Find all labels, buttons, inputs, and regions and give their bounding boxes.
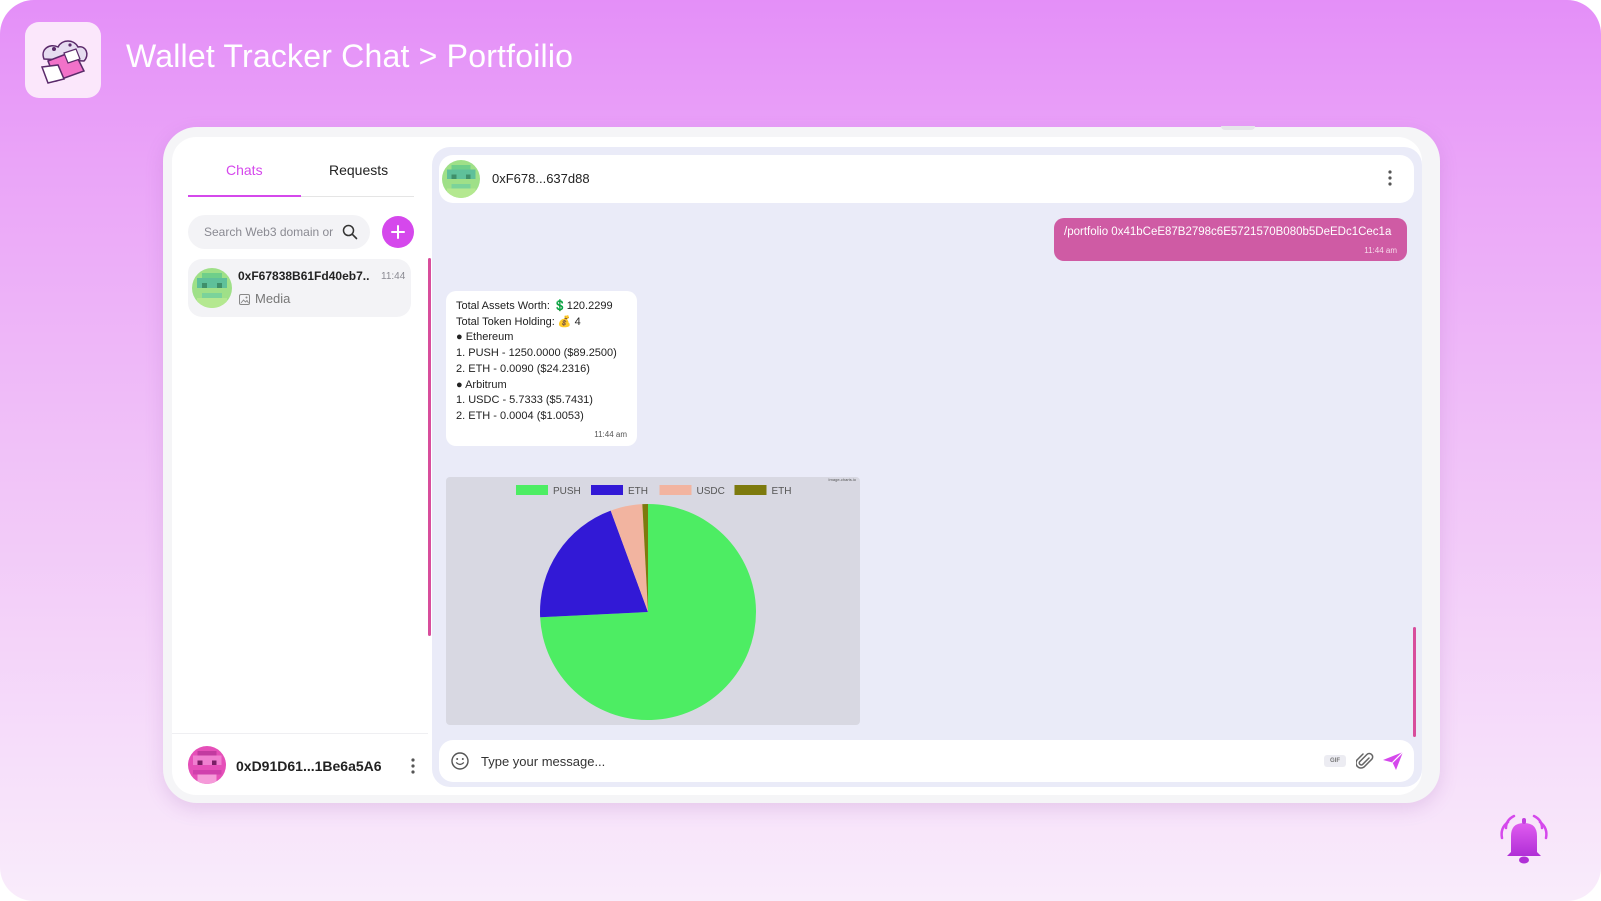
tab-chats[interactable]: Chats xyxy=(226,162,263,178)
background-frame: Wallet Tracker Chat > Portfoilio Chats R… xyxy=(0,0,1601,901)
legend-label: USDC xyxy=(697,486,725,497)
legend-swatch xyxy=(659,485,692,495)
legend-swatch xyxy=(591,485,623,495)
profile-avatar[interactable] xyxy=(188,746,226,784)
outgoing-message[interactable]: /portfolio 0x41bCeE87B2798c6E5721570B080… xyxy=(1054,218,1407,261)
kebab-menu-icon[interactable] xyxy=(1387,168,1393,193)
avatar[interactable] xyxy=(442,160,480,198)
message-text: /portfolio 0x41bCeE87B2798c6E5721570B080… xyxy=(1064,226,1392,238)
device-notch xyxy=(1221,126,1255,130)
notification-bell-icon[interactable] xyxy=(1494,806,1554,877)
message-line: 2. ETH - 0.0090 ($24.2316) xyxy=(456,362,590,375)
page-title: Wallet Tracker Chat > Portfoilio xyxy=(126,38,574,74)
chat-name: 0xF67838B61Fd40eb7... xyxy=(238,269,370,283)
message-line: Total Assets Worth: 💲120.2299 xyxy=(456,300,613,312)
profile-divider xyxy=(172,733,428,734)
message-time: 11:44 am xyxy=(594,430,627,439)
message-composer: GIF xyxy=(439,740,1414,782)
legend-swatch xyxy=(734,485,767,495)
chat-recipient-address: 0xF678...637d88 xyxy=(492,171,590,186)
message-text: Total Assets Worth: 💲120.2299 Total Toke… xyxy=(456,299,617,425)
legend-label: ETH xyxy=(628,486,648,497)
message-line: 2. ETH - 0.0004 ($1.0053) xyxy=(456,409,584,422)
tab-divider xyxy=(301,196,414,197)
message-time: 11:44 am xyxy=(1364,246,1397,255)
tab-requests[interactable]: Requests xyxy=(329,162,388,178)
legend-label: ETH xyxy=(772,486,792,497)
profile-address: 0xD91D61...1Be6a5A6 xyxy=(236,758,382,774)
gif-button[interactable]: GIF xyxy=(1324,755,1346,767)
send-icon[interactable] xyxy=(1382,751,1404,776)
app-logo-icon xyxy=(25,22,101,98)
image-icon xyxy=(239,292,250,310)
kebab-menu-icon[interactable] xyxy=(410,756,416,781)
message-line: 1. PUSH - 1250.0000 ($89.2500) xyxy=(456,347,617,360)
chart-watermark: Image-charts.io xyxy=(828,477,856,482)
search-box xyxy=(188,215,370,249)
search-input[interactable] xyxy=(204,215,334,249)
chat-list-item[interactable]: 0xF67838B61Fd40eb7... 11:44 Media xyxy=(188,259,411,317)
paperclip-icon[interactable] xyxy=(1355,751,1374,776)
avatar xyxy=(192,268,232,308)
search-icon[interactable] xyxy=(342,224,358,245)
message-input[interactable] xyxy=(481,740,1241,782)
sidebar-scrollbar[interactable] xyxy=(428,258,431,636)
new-chat-button[interactable] xyxy=(382,216,414,248)
legend-swatch xyxy=(516,485,548,495)
message-line: ● Arbitrum xyxy=(456,378,507,391)
chat-scrollbar[interactable] xyxy=(1413,627,1416,737)
pie-chart: PUSH ETH USDC ETH xyxy=(516,485,792,720)
message-line: 1. USDC - 5.7333 ($5.7431) xyxy=(456,394,593,407)
message-line: Total Token Holding: 💰 4 xyxy=(456,315,581,328)
incoming-message[interactable]: Total Assets Worth: 💲120.2299 Total Toke… xyxy=(446,291,637,446)
emoji-icon[interactable] xyxy=(450,751,470,776)
portfolio-chart-image[interactable]: Image-charts.io PUSH ETH USDC ETH xyxy=(446,477,860,725)
chat-preview: Media xyxy=(255,291,291,306)
sidebar-tabs: Chats Requests xyxy=(188,158,414,196)
chat-time: 11:44 xyxy=(381,271,406,282)
active-tab-indicator xyxy=(188,195,301,197)
plus-icon xyxy=(391,225,405,239)
chat-header: 0xF678...637d88 xyxy=(439,155,1414,203)
legend-label: PUSH xyxy=(553,486,581,497)
message-line: ● Ethereum xyxy=(456,331,514,344)
